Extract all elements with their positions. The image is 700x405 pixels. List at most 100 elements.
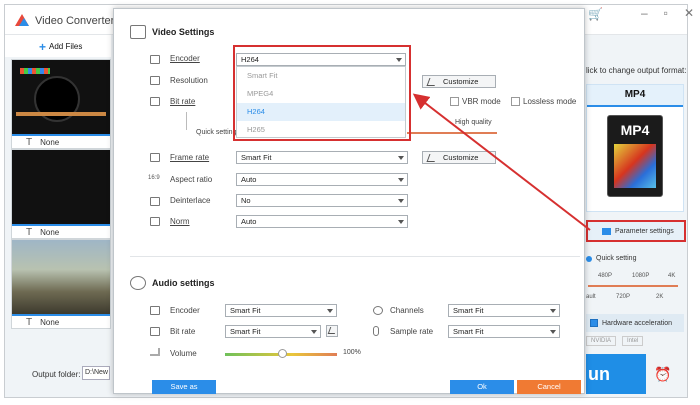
checkbox-icon (511, 97, 520, 106)
chevron-down-icon (550, 330, 556, 334)
output-format-panel[interactable]: MP4 MP4 (586, 84, 684, 212)
high-quality-label: High quality (455, 119, 492, 126)
microphone-icon (373, 326, 379, 336)
chevron-down-icon (550, 309, 556, 313)
nvidia-option[interactable]: NVIDIA (586, 336, 617, 346)
frame-rate-customize-button[interactable]: Customize (422, 151, 496, 164)
channels-select[interactable]: Smart Fit (448, 304, 560, 317)
restore-icon[interactable]: ▫ (664, 6, 668, 20)
mp4-format-icon: MP4 (607, 115, 663, 197)
quick-setting-label: Quick setting (596, 255, 637, 262)
audio-bitrate-icon (150, 327, 160, 336)
tick-label: 720P (616, 294, 631, 300)
audio-encoder-icon (150, 306, 160, 315)
subtitle-icon: T (26, 136, 33, 148)
tick-label: ault (586, 294, 596, 300)
edit-bitrate-button[interactable] (326, 325, 338, 337)
deinterlace-select[interactable]: No (236, 194, 408, 207)
parameter-settings-button[interactable]: Parameter settings (586, 220, 686, 242)
frame-rate-select[interactable]: Smart Fit (236, 151, 408, 164)
quick-setting-label: Quick setting (196, 129, 237, 136)
deinterlace-icon (150, 197, 160, 206)
subtitle-icon: T (26, 316, 33, 328)
close-icon[interactable]: ✕ (684, 6, 694, 20)
section-divider (130, 256, 580, 257)
pencil-icon (426, 154, 438, 162)
video-settings-header: Video Settings (130, 25, 214, 39)
hardware-acceleration-toggle[interactable]: Hardware acceleration (586, 314, 684, 332)
customize-label: Customize (443, 77, 479, 86)
channels-icon (373, 306, 383, 315)
video-thumbnail (12, 150, 110, 224)
quality-slider[interactable] (407, 132, 497, 134)
aspect-ratio-value: Auto (241, 175, 257, 184)
parameter-settings-label: Parameter settings (615, 227, 674, 235)
subtitle-select[interactable]: None (40, 228, 59, 237)
video-item-1[interactable]: T None (11, 59, 111, 149)
chevron-down-icon (398, 156, 404, 160)
sample-rate-label: Sample rate (390, 327, 434, 336)
audio-bitrate-select[interactable]: Smart Fit (225, 325, 321, 338)
audio-settings-header: Audio settings (130, 276, 215, 290)
save-as-button[interactable]: Save as (152, 380, 216, 394)
plus-icon: + (39, 39, 47, 54)
video-item-2[interactable]: T None (11, 149, 111, 239)
subtitle-select[interactable]: None (40, 138, 59, 147)
resolution-icon (150, 76, 160, 85)
output-format-name: MP4 (587, 85, 683, 107)
audio-encoder-select[interactable]: Smart Fit (225, 304, 337, 317)
gpu-options: NVIDIA Intel (586, 336, 644, 346)
video-item-3[interactable]: T None (11, 239, 111, 329)
channels-label: Channels (390, 306, 424, 315)
tick-label: 2K (656, 294, 664, 300)
volume-slider-knob[interactable] (278, 349, 287, 358)
frame-rate-value: Smart Fit (241, 153, 272, 162)
cart-icon[interactable]: 🛒 (588, 7, 603, 21)
speaker-icon (130, 276, 146, 290)
lossless-mode-checkbox[interactable]: Lossless mode (511, 97, 576, 106)
resolution-label: Resolution (170, 76, 208, 85)
norm-select[interactable]: Auto (236, 215, 408, 228)
window-controls: – ▫ ✕ (641, 6, 694, 20)
norm-icon (150, 217, 160, 226)
chevron-down-icon (327, 309, 333, 313)
vbr-mode-checkbox[interactable]: VBR mode (450, 97, 501, 106)
video-thumbnail (12, 60, 110, 134)
aspect-ratio-select[interactable]: Auto (236, 173, 408, 186)
subtitle-select[interactable]: None (40, 318, 59, 327)
pencil-icon (426, 78, 438, 86)
tick-label: 1080P (632, 273, 650, 279)
quick-setting-header: Quick setting (586, 255, 636, 262)
app-logo-icon (15, 14, 29, 26)
chevron-down-icon (398, 220, 404, 224)
video-settings-title: Video Settings (152, 27, 215, 37)
alarm-clock-icon[interactable]: ⏰ (654, 366, 671, 383)
customize-label: Customize (443, 153, 479, 162)
volume-value: 100% (343, 349, 361, 356)
quick-setting-slider[interactable] (588, 285, 678, 287)
channels-value: Smart Fit (453, 306, 484, 315)
intel-option[interactable]: Intel (622, 336, 644, 346)
norm-label: Norm (170, 217, 190, 226)
sample-rate-select[interactable]: Smart Fit (448, 325, 560, 338)
vbr-label: VBR mode (462, 97, 501, 106)
ok-button[interactable]: Ok (450, 380, 514, 394)
run-button[interactable]: un (586, 354, 646, 394)
norm-value: Auto (241, 217, 257, 226)
audio-bitrate-label: Bit rate (170, 327, 196, 336)
output-folder-label: Output folder: (32, 370, 81, 379)
hardware-acceleration-label: Hardware acceleration (602, 319, 673, 327)
pencil-icon (327, 327, 338, 334)
settings-icon (602, 227, 611, 235)
minimize-icon[interactable]: – (641, 6, 648, 20)
encoder-label: Encoder (170, 54, 200, 63)
cancel-button[interactable]: Cancel (517, 380, 581, 394)
add-files-button[interactable]: + Add Files (39, 39, 83, 54)
output-folder-field[interactable]: D:\New f (82, 366, 110, 380)
tick-label: 480P (598, 273, 613, 279)
resolution-customize-button[interactable]: Customize (422, 75, 496, 88)
chevron-down-icon (398, 199, 404, 203)
frame-rate-icon (150, 153, 160, 162)
add-files-label: Add Files (49, 42, 83, 51)
checkbox-icon (450, 97, 459, 106)
